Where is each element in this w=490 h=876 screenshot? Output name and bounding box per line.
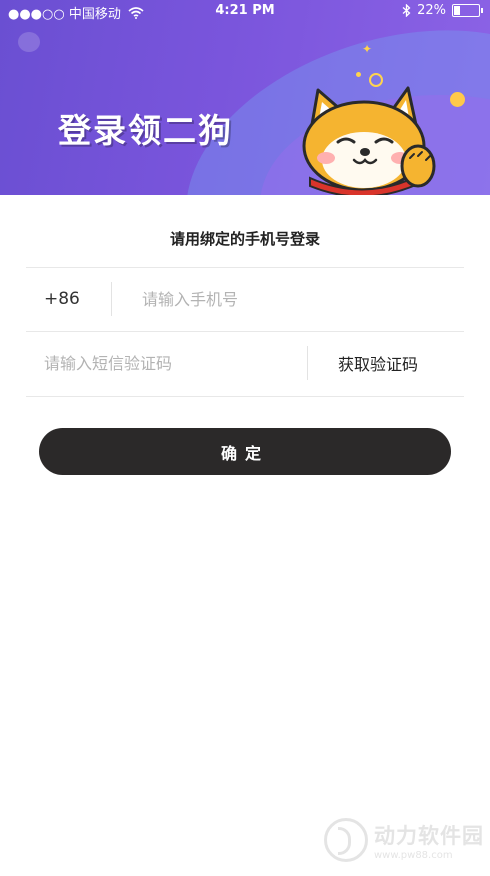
- status-bar: ●●●○○ 中国移动 4:21 PM 22%: [0, 0, 490, 22]
- header-banner: ✦ 登录领二狗: [0, 0, 490, 195]
- banner-title: 登录领二狗: [58, 111, 233, 150]
- phone-input[interactable]: [142, 285, 442, 313]
- bubble-decoration: [18, 32, 40, 52]
- battery-percent: 22%: [417, 3, 446, 18]
- sms-code-input[interactable]: [44, 349, 294, 377]
- dot-decoration: [356, 72, 361, 77]
- watermark-text: 动力软件园 www.pw88.com: [374, 820, 484, 861]
- phone-row: +86: [26, 267, 464, 331]
- confirm-button[interactable]: 确定: [39, 428, 451, 475]
- vertical-separator: [111, 282, 112, 316]
- bluetooth-icon: [402, 4, 411, 17]
- divider: [26, 396, 464, 397]
- shiba-dog-icon: [302, 86, 436, 195]
- watermark-url: www.pw88.com: [374, 849, 453, 861]
- battery-icon: [452, 4, 483, 17]
- dot-decoration: [450, 92, 465, 107]
- vertical-separator: [307, 346, 308, 380]
- country-code-selector[interactable]: +86: [44, 289, 80, 309]
- watermark-logo-icon: [324, 818, 368, 862]
- watermark-name: 动力软件园: [374, 823, 484, 848]
- battery-fill: [454, 6, 460, 15]
- login-subtitle: 请用绑定的手机号登录: [169, 230, 320, 248]
- status-right: 22%: [402, 3, 483, 18]
- sparkle-icon: ✦: [362, 42, 373, 56]
- watermark: 动力软件园 www.pw88.com: [324, 818, 484, 862]
- sms-row: 获取验证码: [26, 331, 464, 395]
- get-code-button[interactable]: 获取验证码: [338, 351, 418, 375]
